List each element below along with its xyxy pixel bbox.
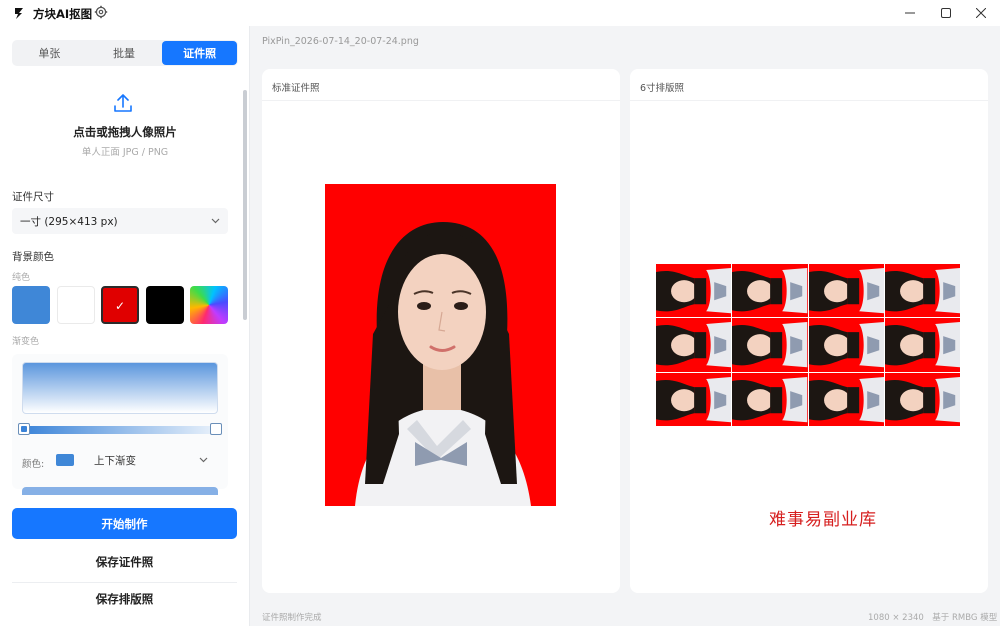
id-photo-preview <box>325 184 556 506</box>
layout-thumbnail <box>884 372 960 426</box>
solid-color-label: 纯色 <box>12 273 31 283</box>
chevron-down-icon <box>199 457 208 463</box>
minimize-button[interactable] <box>898 3 922 23</box>
layout-thumbnail <box>656 264 732 318</box>
layout-grid <box>656 264 960 426</box>
gradient-direction-select[interactable]: 上下渐变 <box>88 448 216 472</box>
watermark-text: 难事易副业库 <box>769 510 877 530</box>
chevron-down-icon <box>211 218 220 224</box>
layout-thumbnail <box>732 372 808 426</box>
divider <box>12 582 237 583</box>
layout-thumbnail <box>808 264 884 318</box>
layout-thumbnail <box>884 264 960 318</box>
size-value: 一寸 (295×413 px) <box>20 215 118 228</box>
standard-photo-panel: 标准证件照 <box>262 69 620 593</box>
size-select[interactable]: 一寸 (295×413 px) <box>12 208 228 234</box>
sidebar-scrollbar[interactable] <box>243 90 247 320</box>
status-text: 证件照制作完成 <box>262 613 322 623</box>
portrait-image <box>325 184 556 506</box>
minimize-icon <box>905 12 915 14</box>
swatch-white[interactable] <box>57 286 95 324</box>
start-button[interactable]: 开始制作 <box>12 508 237 539</box>
swatch-blue[interactable] <box>12 286 50 324</box>
panel-title: 6寸排版照 <box>640 83 685 94</box>
background-color-label: 背景颜色 <box>12 251 54 263</box>
upload-title: 点击或拖拽人像照片 <box>73 125 177 139</box>
six-inch-layout-preview <box>643 232 969 454</box>
gradient-direction-value: 上下渐变 <box>94 454 136 467</box>
gradient-settings: 颜色: 上下渐变 <box>12 354 228 489</box>
gear-icon[interactable] <box>94 5 108 19</box>
layout-thumbnail <box>808 318 884 372</box>
layout-thumbnail <box>656 372 732 426</box>
tab-id-photo[interactable]: 证件照 <box>162 41 238 65</box>
swatch-red-selected[interactable]: ✓ <box>101 286 139 324</box>
layout-thumbnail <box>884 318 960 372</box>
size-label: 证件尺寸 <box>12 191 54 203</box>
gradient-start-handle[interactable] <box>18 423 30 435</box>
upload-dropzone[interactable]: 点击或拖拽人像照片 单人正面 JPG / PNG <box>12 76 238 204</box>
tab-batch[interactable]: 批量 <box>87 40 162 66</box>
title-bar: 方块AI抠图 <box>0 0 1000 26</box>
sidebar: 单张 批量 证件照 点击或拖拽人像照片 单人正面 JPG / PNG 证件尺寸 … <box>0 26 250 626</box>
upload-icon <box>114 94 132 112</box>
mode-tabs: 单张 批量 证件照 <box>12 40 238 66</box>
status-info: 1080 × 2340 基于 RMBG 模型 <box>868 613 998 623</box>
gradient-preview <box>22 362 218 414</box>
close-icon <box>976 8 986 18</box>
layout-thumbnail <box>732 318 808 372</box>
maximize-button[interactable] <box>934 3 958 23</box>
save-id-photo-button[interactable]: 保存证件照 <box>12 547 237 577</box>
app-title: 方块AI抠图 <box>33 7 93 21</box>
divider <box>262 100 620 101</box>
panel-title: 标准证件照 <box>272 83 320 94</box>
close-button[interactable] <box>969 3 993 23</box>
gradient-slider[interactable] <box>18 423 222 435</box>
gradient-end-handle[interactable] <box>210 423 222 435</box>
layout-thumbnail <box>808 372 884 426</box>
swatch-custom-color[interactable] <box>190 286 228 324</box>
check-icon: ✓ <box>115 299 126 313</box>
layout-thumbnail <box>656 318 732 372</box>
maximize-icon <box>941 8 951 18</box>
save-layout-button[interactable]: 保存排版照 <box>12 584 237 614</box>
swatch-black[interactable] <box>146 286 184 324</box>
gradient-color-chip[interactable] <box>56 454 74 466</box>
file-name: PixPin_2026-07-14_20-07-24.png <box>262 36 419 47</box>
gradient-color-label: 渐变色 <box>12 337 40 347</box>
divider <box>630 100 988 101</box>
tab-single[interactable]: 单张 <box>12 40 87 66</box>
gradient-color-field-label: 颜色: <box>22 459 45 470</box>
upload-subtitle: 单人正面 JPG / PNG <box>81 147 169 158</box>
gradient-preset-peek[interactable] <box>22 487 218 495</box>
layout-thumbnail <box>732 264 808 318</box>
app-logo-icon <box>15 8 23 19</box>
